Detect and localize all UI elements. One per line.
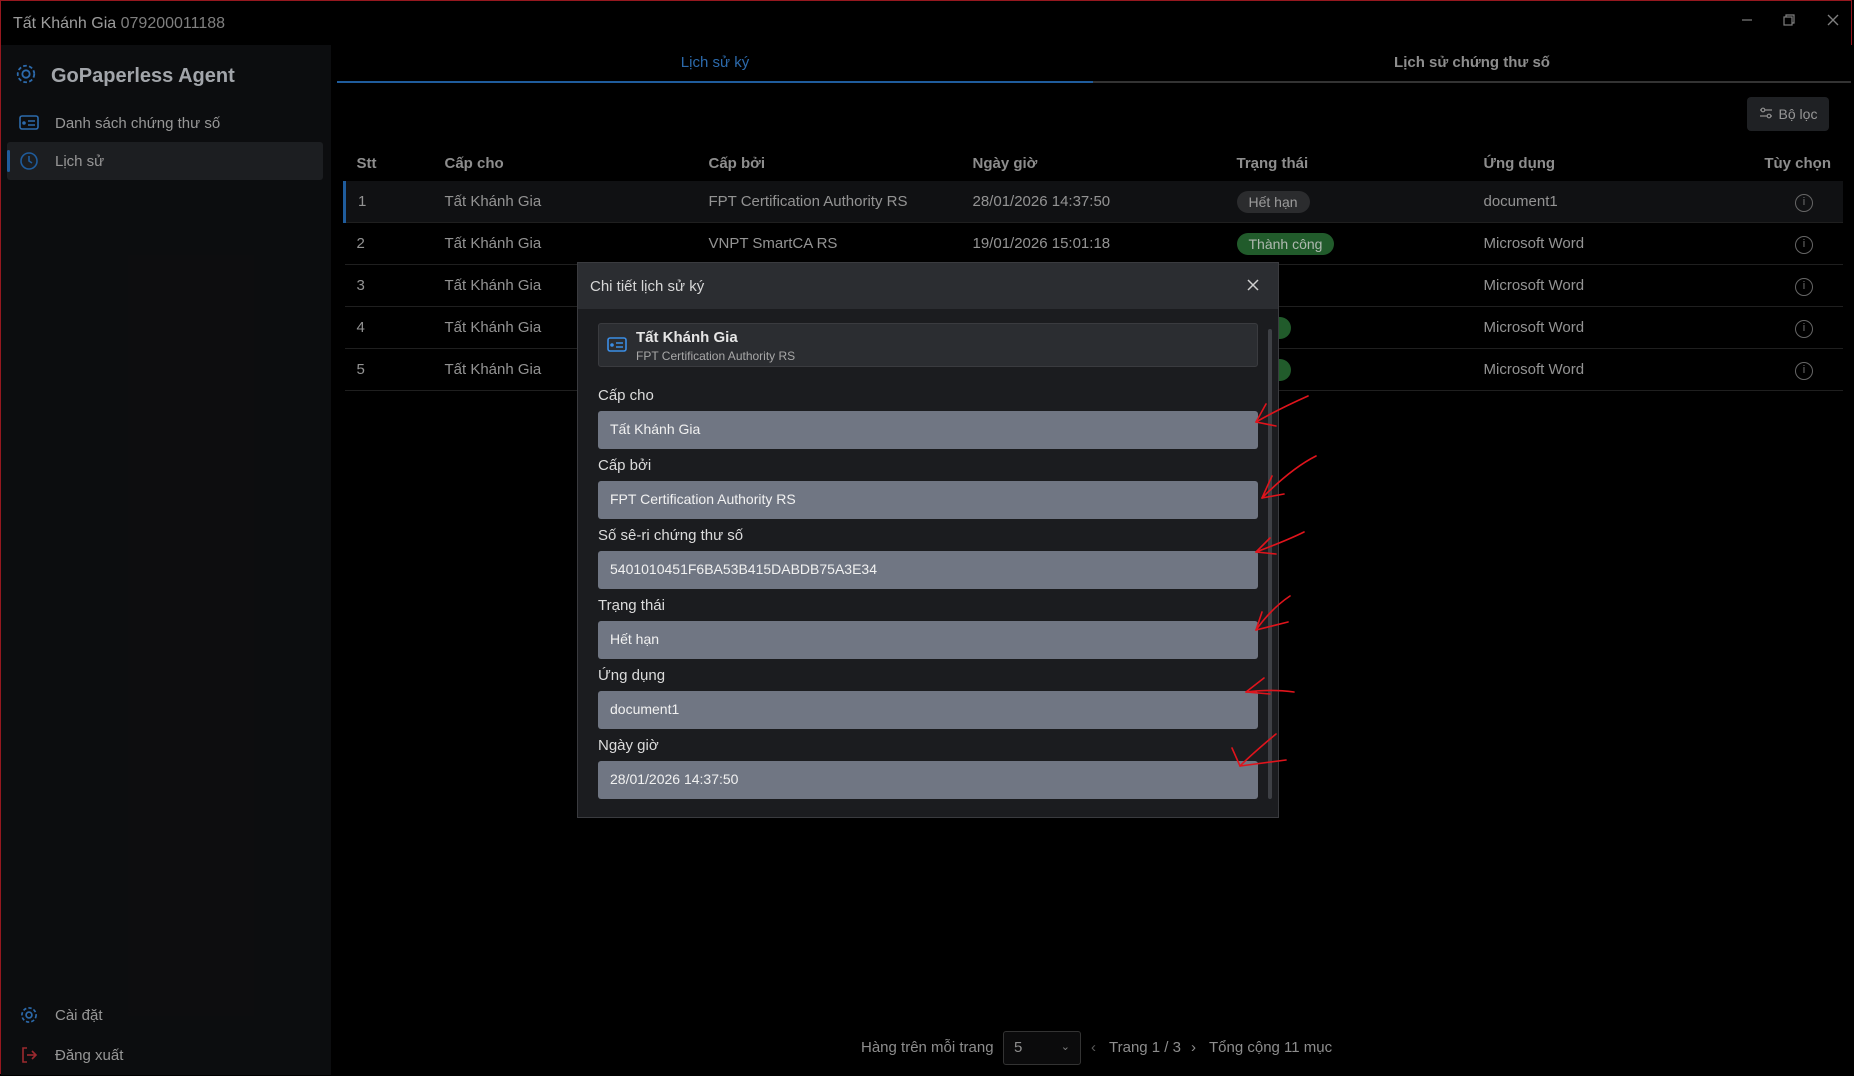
certificate-name: Tất Khánh Gia [636, 329, 738, 346]
field-serial: 5401010451F6BA53B415DABDB75A3E34 [598, 551, 1258, 589]
field-trang-thai: Hết hạn [598, 621, 1258, 659]
field-label-cap-cho: Cấp cho [598, 387, 654, 404]
field-label-trang-thai: Trạng thái [598, 597, 665, 614]
field-ngay-gio: 28/01/2026 14:37:50 [598, 761, 1258, 799]
certificate-issuer: FPT Certification Authority RS [636, 349, 796, 363]
field-label-cap-boi: Cấp bởi [598, 457, 652, 474]
field-label-ngay-gio: Ngày giờ [598, 737, 659, 754]
certificate-card: Tất Khánh Gia FPT Certification Authorit… [598, 323, 1258, 367]
detail-modal: Chi tiết lịch sử ký Tất Khánh Gia FPT Ce… [577, 262, 1279, 818]
field-ung-dung: document1 [598, 691, 1258, 729]
modal-title: Chi tiết lịch sử ký [590, 278, 705, 295]
close-icon[interactable] [1242, 274, 1264, 296]
field-cap-boi: FPT Certification Authority RS [598, 481, 1258, 519]
field-cap-cho: Tất Khánh Gia [598, 411, 1258, 449]
field-label-ung-dung: Ứng dụng [598, 667, 666, 684]
certificate-icon [607, 336, 627, 359]
field-label-serial: Số sê-ri chứng thư số [598, 527, 744, 544]
modal-scrollbar[interactable] [1268, 329, 1272, 799]
modal-header: Chi tiết lịch sử ký [578, 263, 1278, 309]
